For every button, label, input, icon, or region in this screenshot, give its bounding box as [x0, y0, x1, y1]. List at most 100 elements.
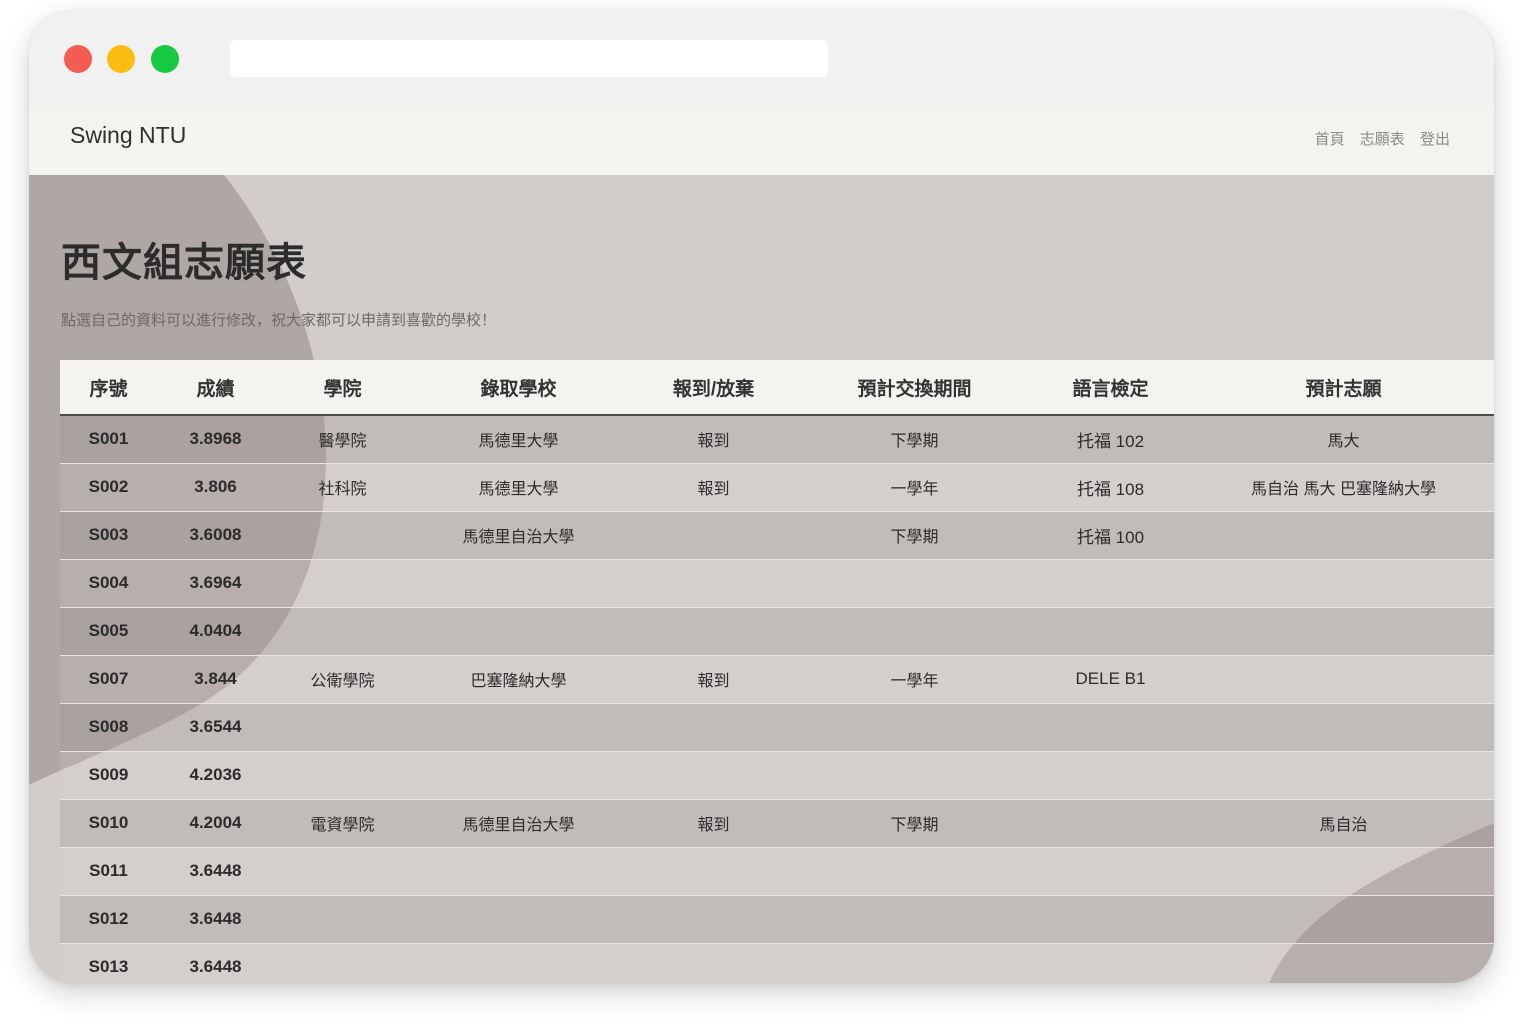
cell-id: S002 [88, 477, 129, 496]
cell-language-test [1028, 607, 1193, 655]
page-title: 西文組志願表 [61, 241, 307, 285]
cell-admitted-school [411, 751, 626, 799]
cell-exchange-period [801, 703, 1028, 751]
cell-id: S005 [88, 621, 129, 640]
cell-score: 3.8968 [189, 429, 242, 449]
cell-admitted-school [411, 559, 626, 607]
cell-language-test: 托福 100 [1076, 527, 1145, 547]
cell-score: 3.6448 [189, 861, 242, 880]
minimize-window-button[interactable] [107, 45, 135, 73]
column-header-admitted-school: 錄取學校 [411, 360, 626, 416]
cell-planned-choices [1193, 703, 1494, 751]
column-header-status: 報到/放棄 [626, 360, 801, 416]
cell-status [626, 607, 801, 655]
column-header-exchange-period: 預計交換期間 [801, 360, 1028, 416]
cell-admitted-school [411, 943, 626, 983]
cell-status [626, 895, 801, 943]
cell-planned-choices [1193, 943, 1494, 983]
table-row[interactable]: S001 3.8968 醫學院 馬德里大學 報到 下學期 托福 102 馬大 [60, 415, 1494, 463]
nav-links: 首頁 志願表 登出 [1304, 128, 1450, 149]
cell-id: S004 [88, 573, 129, 592]
cell-id: S011 [89, 861, 128, 880]
cell-admitted-school: 巴塞隆納大學 [470, 673, 567, 690]
cell-college [274, 895, 411, 943]
nav-link-logout[interactable]: 登出 [1420, 131, 1450, 148]
table-header-row: 序號 成績 學院 錄取學校 報到/放棄 預計交換期間 語言檢定 預計志願 [60, 360, 1494, 416]
cell-exchange-period: 一學年 [890, 673, 939, 690]
cell-admitted-school [411, 703, 626, 751]
cell-college [274, 607, 411, 655]
cell-language-test [1028, 751, 1193, 799]
cell-admitted-school: 馬德里大學 [478, 433, 559, 451]
cell-exchange-period [801, 943, 1028, 983]
cell-score: 3.6448 [189, 909, 242, 928]
cell-admitted-school [411, 895, 626, 943]
cell-score: 3.844 [194, 669, 237, 688]
cell-id: S010 [88, 813, 129, 832]
maximize-window-button[interactable] [151, 45, 179, 73]
cell-college: 電資學院 [310, 817, 375, 834]
cell-language-test: 托福 108 [1076, 479, 1145, 499]
cell-planned-choices: 馬自治 馬大 巴塞隆納大學 [1251, 481, 1436, 498]
cell-college [274, 703, 411, 751]
cell-language-test [1028, 559, 1193, 607]
table-row[interactable]: S003 3.6008 馬德里自治大學 下學期 托福 100 [60, 511, 1494, 559]
cell-id: S003 [88, 525, 129, 544]
table-row[interactable]: S008 3.6544 [60, 703, 1494, 751]
cell-planned-choices: 馬大 [1327, 433, 1360, 451]
table-row[interactable]: S011 3.6448 [60, 847, 1494, 895]
cell-status: 報到 [697, 673, 730, 690]
cell-exchange-period: 下學期 [890, 817, 939, 834]
table-row[interactable]: S005 4.0404 [60, 607, 1494, 655]
cell-exchange-period: 下學期 [890, 433, 939, 451]
table-row[interactable]: S013 3.6448 [60, 943, 1494, 983]
cell-exchange-period: 下學期 [890, 529, 939, 546]
cell-college [274, 511, 411, 559]
table-row[interactable]: S012 3.6448 [60, 895, 1494, 943]
cell-score: 3.6008 [189, 525, 242, 544]
cell-college [274, 559, 411, 607]
table-row[interactable]: S010 4.2004 電資學院 馬德里自治大學 報到 下學期 馬自治 [60, 799, 1494, 847]
cell-admitted-school [411, 847, 626, 895]
cell-admitted-school: 馬德里大學 [478, 481, 559, 498]
cell-planned-choices [1193, 655, 1494, 703]
cell-status [626, 703, 801, 751]
cell-language-test [1028, 799, 1193, 847]
cell-score: 3.806 [194, 477, 237, 496]
cell-admitted-school: 馬德里自治大學 [462, 529, 575, 546]
column-header-planned-choices: 預計志願 [1193, 360, 1494, 416]
cell-exchange-period [801, 895, 1028, 943]
cell-status: 報到 [697, 817, 730, 834]
close-window-button[interactable] [64, 45, 92, 73]
address-bar[interactable] [230, 40, 828, 77]
cell-planned-choices [1193, 559, 1494, 607]
cell-id: S012 [88, 909, 129, 928]
cell-planned-choices [1193, 511, 1494, 559]
cell-score: 3.6448 [189, 957, 242, 976]
cell-id: S001 [88, 429, 129, 449]
cell-exchange-period: 一學年 [890, 481, 939, 498]
cell-planned-choices: 馬自治 [1319, 817, 1368, 834]
nav-link-wishlist[interactable]: 志願表 [1360, 131, 1405, 148]
nav-link-home[interactable]: 首頁 [1315, 131, 1345, 148]
cell-exchange-period [801, 751, 1028, 799]
cell-id: S007 [88, 669, 129, 688]
column-header-id: 序號 [60, 360, 157, 416]
cell-planned-choices [1193, 895, 1494, 943]
cell-score: 4.2036 [189, 765, 242, 784]
cell-college [274, 847, 411, 895]
cell-planned-choices [1193, 847, 1494, 895]
table-row[interactable]: S009 4.2036 [60, 751, 1494, 799]
cell-status [626, 511, 801, 559]
site-brand[interactable]: Swing NTU [70, 122, 186, 149]
table-row[interactable]: S004 3.6964 [60, 559, 1494, 607]
cell-admitted-school [411, 607, 626, 655]
cell-college [274, 751, 411, 799]
cell-status [626, 559, 801, 607]
browser-window: Swing NTU 首頁 志願表 登出 西文組志願表 點選自己的資料可以進行修改… [29, 10, 1494, 983]
table-row[interactable]: S007 3.844 公衛學院 巴塞隆納大學 報到 一學年 DELE B1 [60, 655, 1494, 703]
cell-id: S013 [88, 957, 129, 976]
cell-language-test [1028, 943, 1193, 983]
cell-college [274, 943, 411, 983]
table-row[interactable]: S002 3.806 社科院 馬德里大學 報到 一學年 托福 108 馬自治 馬大 巴塞隆納大… [60, 463, 1494, 511]
